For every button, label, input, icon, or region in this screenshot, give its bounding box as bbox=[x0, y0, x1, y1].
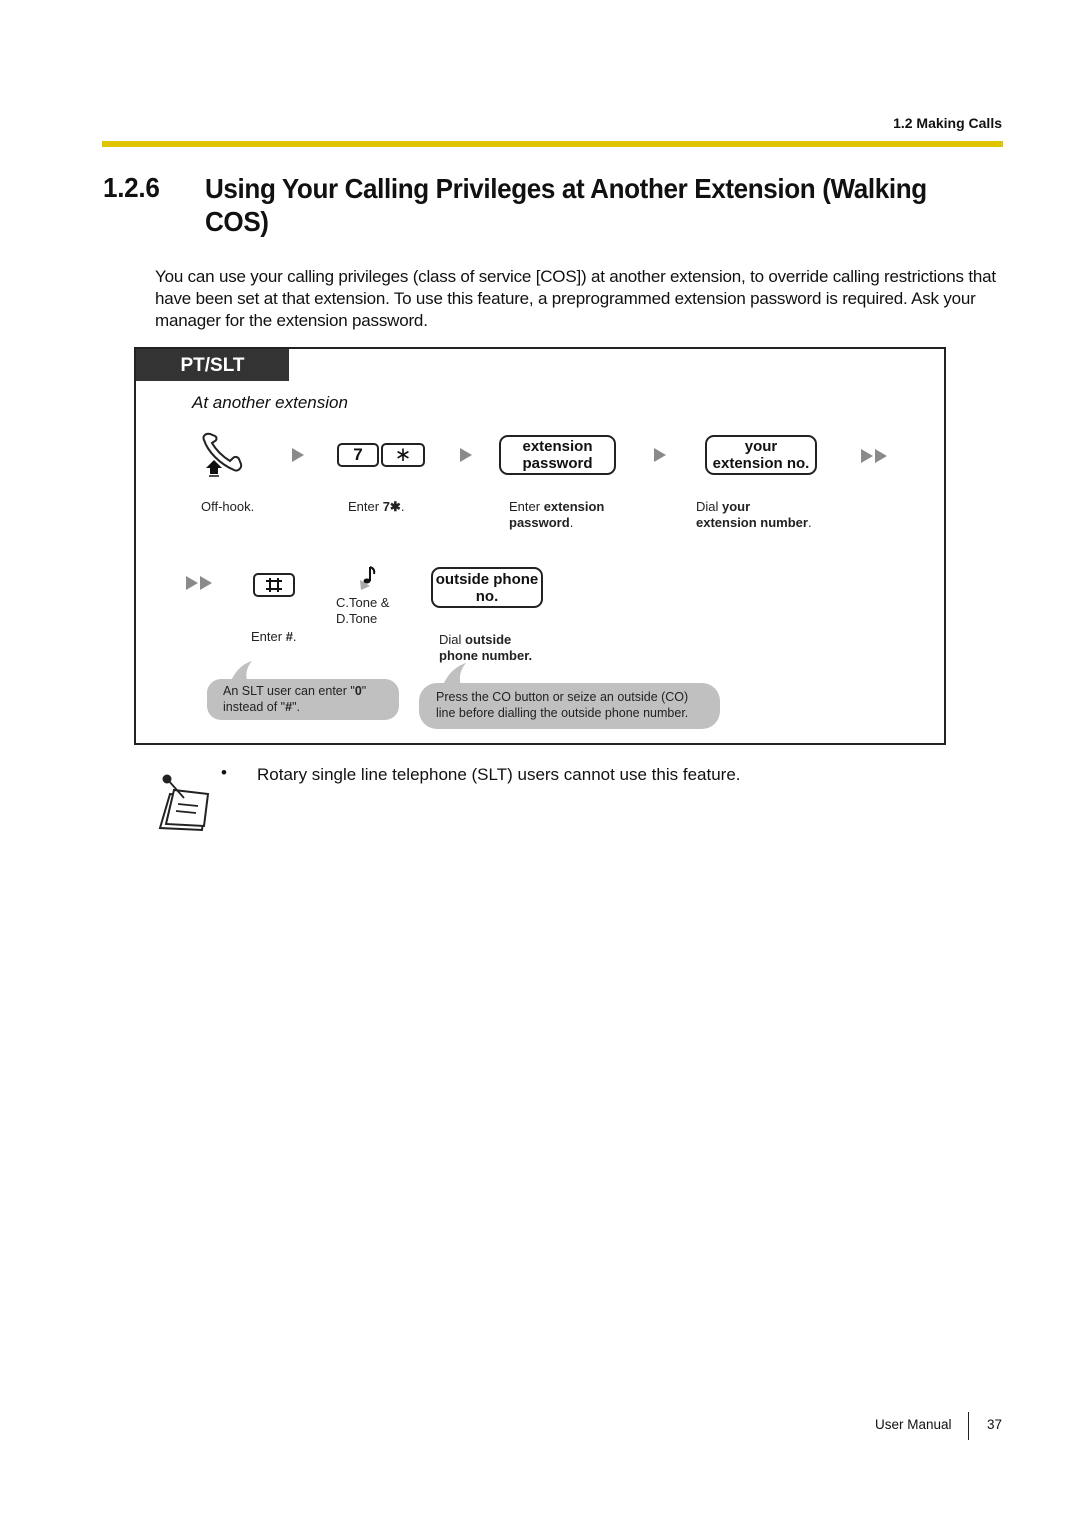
hint-bubble-co-line: Press the CO button or seize an outside … bbox=[419, 683, 720, 729]
caption-text: . bbox=[807, 515, 812, 530]
caption-text: . bbox=[569, 515, 574, 530]
off-hook-icon bbox=[198, 432, 254, 478]
bubble-text: An SLT user can enter " bbox=[223, 684, 355, 698]
note-bullet: • bbox=[221, 763, 227, 782]
step-caption-outside-number: Dial outside phone number. bbox=[439, 632, 532, 664]
caption-bold: your bbox=[722, 499, 751, 514]
pill-line: extension bbox=[522, 438, 593, 455]
pill-line: your bbox=[744, 438, 778, 455]
footer-divider bbox=[968, 1412, 969, 1440]
continue-arrow-icon bbox=[186, 576, 212, 590]
section-header: 1.2 Making Calls bbox=[893, 115, 1002, 131]
key-hash bbox=[253, 573, 295, 597]
hint-bubble-slt: An SLT user can enter "0" instead of "#"… bbox=[207, 679, 399, 720]
step-caption-enter-hash: Enter #. bbox=[251, 629, 297, 645]
pill-line: password bbox=[522, 455, 593, 472]
caption-bold: phone number. bbox=[439, 648, 533, 663]
caption-text: Dial bbox=[439, 632, 466, 647]
pill-line: extension no. bbox=[712, 455, 810, 472]
bubble-text: instead of " bbox=[223, 700, 286, 714]
bubble-line: instead of "#". bbox=[223, 699, 399, 715]
caption-bold: 7✱ bbox=[382, 499, 401, 514]
caption-text: Enter bbox=[348, 499, 383, 514]
caption-bold: extension number bbox=[696, 515, 808, 530]
next-arrow-icon bbox=[292, 448, 304, 462]
caption-bold: outside bbox=[465, 632, 512, 647]
caption-text: C.Tone & bbox=[336, 595, 390, 610]
caption-text: . bbox=[400, 499, 405, 514]
key-7: 7 bbox=[337, 443, 379, 467]
caption-text: Enter bbox=[251, 629, 286, 644]
page-number: 37 bbox=[987, 1417, 1003, 1432]
caption-text: D.Tone bbox=[336, 611, 378, 626]
caption-bold: password bbox=[509, 515, 570, 530]
caption-text: . bbox=[292, 629, 297, 644]
hash-icon bbox=[266, 578, 282, 592]
step-caption-tone: C.Tone & D.Tone bbox=[336, 595, 389, 627]
caption-bold: extension bbox=[543, 499, 605, 514]
bubble-line: An SLT user can enter "0" bbox=[223, 683, 399, 699]
bubble-line: Press the CO button or seize an outside … bbox=[436, 690, 689, 704]
footer-label: User Manual bbox=[875, 1417, 952, 1432]
header-rule bbox=[102, 141, 1003, 147]
bubble-bold: 0 bbox=[354, 684, 362, 698]
step-caption-extension-password: Enter extension password. bbox=[509, 499, 604, 531]
bubble-line: line before dialling the outside phone n… bbox=[436, 706, 689, 720]
page-title: Using Your Calling Privileges at Another… bbox=[205, 173, 927, 237]
intro-paragraph: You can use your calling privileges (cla… bbox=[155, 267, 996, 330]
extension-password-key: extension password bbox=[499, 435, 616, 475]
continue-arrow-icon bbox=[861, 449, 887, 463]
note-icon bbox=[156, 768, 212, 834]
pill-line: outside phone bbox=[435, 570, 539, 588]
next-arrow-icon bbox=[460, 448, 472, 462]
your-extension-number-key: your extension no. bbox=[705, 435, 817, 475]
caption-text: Dial bbox=[696, 499, 723, 514]
section-number: 1.2.6 bbox=[103, 172, 160, 203]
caption-text: Enter bbox=[509, 499, 544, 514]
bubble-text: " bbox=[361, 684, 367, 698]
pill-line: no. bbox=[475, 587, 499, 605]
tone-icon bbox=[358, 564, 378, 592]
step-caption-enter-7-star: Enter 7✱. bbox=[348, 499, 404, 515]
note-text: Rotary single line telephone (SLT) users… bbox=[257, 765, 741, 784]
key-star: ∗ bbox=[381, 443, 425, 467]
outside-phone-number-key: outside phone no. bbox=[431, 567, 543, 608]
bubble-text: ". bbox=[292, 700, 300, 714]
caption-bold: # bbox=[285, 629, 293, 644]
next-arrow-icon bbox=[654, 448, 666, 462]
step-caption-your-extension: Dial your extension number. bbox=[696, 499, 812, 531]
procedure-subheading: At another extension bbox=[192, 393, 348, 412]
step-caption-off-hook: Off-hook. bbox=[201, 499, 255, 514]
phone-type-tab: PT/SLT bbox=[136, 349, 289, 381]
